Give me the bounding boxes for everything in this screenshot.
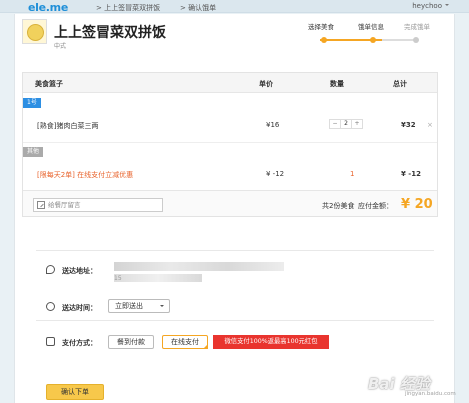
step-dot-complete [413, 37, 419, 43]
restaurant-category: 中式 [54, 43, 67, 50]
address-line2: 15 [114, 275, 122, 282]
cart-header: 美食篮子 单价 数量 总计 [23, 73, 437, 93]
payment-icon [46, 337, 55, 346]
group-tag-other: 其他 [23, 147, 44, 157]
col-basket: 美食篮子 [35, 80, 63, 88]
memo-input[interactable]: 给餐厅留言 [33, 198, 163, 212]
top-bar: ele.me > 上上签冒菜双拼饭 > 确认饿单 heychoo [0, 0, 469, 14]
location-icon [46, 265, 55, 274]
delivery-time-value: 立即送出 [115, 302, 143, 310]
quantity-value[interactable]: 2 [340, 120, 352, 128]
item-name: [熟食]猪肉白菜三两 [37, 122, 99, 130]
quantity-stepper[interactable]: − 2 + [329, 119, 363, 129]
discount-price: ¥ -12 [266, 170, 285, 178]
discount-name[interactable]: [限每天2单] 在线支付立减优惠 [37, 170, 133, 180]
divider [36, 250, 434, 251]
decrease-button[interactable]: − [330, 120, 340, 128]
remove-item-button[interactable]: × [427, 121, 433, 129]
step-label-info: 饿单信息 [358, 23, 384, 31]
wechat-promo-badge: 微信支付100%返最高100元红包 [213, 335, 329, 349]
col-price: 单价 [259, 80, 273, 88]
cart-row: [限每天2单] 在线支付立减优惠 ¥ -12 1 ¥ -12 [23, 164, 437, 184]
item-price: ¥16 [266, 121, 280, 129]
breadcrumb-restaurant[interactable]: > 上上签冒菜双拼饭 [96, 3, 160, 13]
group-tag-1: 1号 [23, 98, 41, 108]
step-label-select: 选择美食 [308, 23, 334, 31]
cart-footer: 给餐厅留言 共2份美食 应付金额： ¥ 20 [23, 190, 437, 216]
submit-order-button[interactable]: 确认下单 [46, 384, 104, 400]
amount-due-label: 应付金额： [358, 202, 393, 210]
restaurant-logo [22, 19, 47, 44]
discount-quantity: 1 [350, 170, 355, 178]
address-label: 送达地址： [62, 267, 97, 275]
user-menu[interactable]: heychoo [412, 2, 449, 10]
item-total: ¥32 [401, 121, 416, 129]
item-count: 共2份美食 [322, 202, 355, 210]
memo-placeholder: 给餐厅留言 [48, 201, 81, 209]
clock-icon [46, 302, 55, 311]
cart-table: 美食篮子 单价 数量 总计 1号 [熟食]猪肉白菜三两 ¥16 − 2 + ¥3… [22, 72, 438, 217]
increase-button[interactable]: + [352, 120, 362, 128]
col-total: 总计 [393, 80, 407, 88]
baidu-watermark-url: jingyan.baidu.com [405, 391, 456, 397]
step-dot-info [370, 37, 376, 43]
chevron-down-icon [160, 305, 164, 309]
step-dot-select [321, 37, 327, 43]
cash-on-delivery-button[interactable]: 餐到付款 [108, 335, 154, 349]
order-steps: 选择美食 饿单信息 完成饿单 [308, 21, 430, 51]
col-quantity: 数量 [330, 80, 344, 88]
address-phone-redacted [114, 274, 202, 282]
amount-due-value: ¥ 20 [401, 197, 433, 212]
breadcrumb-confirm: > 确认饿单 [180, 4, 217, 12]
online-payment-button[interactable]: 在线支付 [162, 335, 208, 349]
divider [36, 320, 434, 321]
site-logo[interactable]: ele.me [28, 1, 68, 14]
delivery-time-label: 送达时间： [62, 304, 97, 312]
cart-row: [熟食]猪肉白菜三两 ¥16 − 2 + ¥32 × [23, 115, 437, 143]
address-value-redacted[interactable] [114, 262, 284, 271]
restaurant-name: 上上签冒菜双拼饭 [54, 25, 166, 41]
step-label-complete: 完成饿单 [404, 23, 430, 31]
payment-method-label: 支付方式： [62, 339, 97, 347]
discount-total: ¥ -12 [401, 170, 421, 178]
delivery-time-select[interactable]: 立即送出 [108, 299, 170, 313]
edit-icon [37, 201, 45, 209]
